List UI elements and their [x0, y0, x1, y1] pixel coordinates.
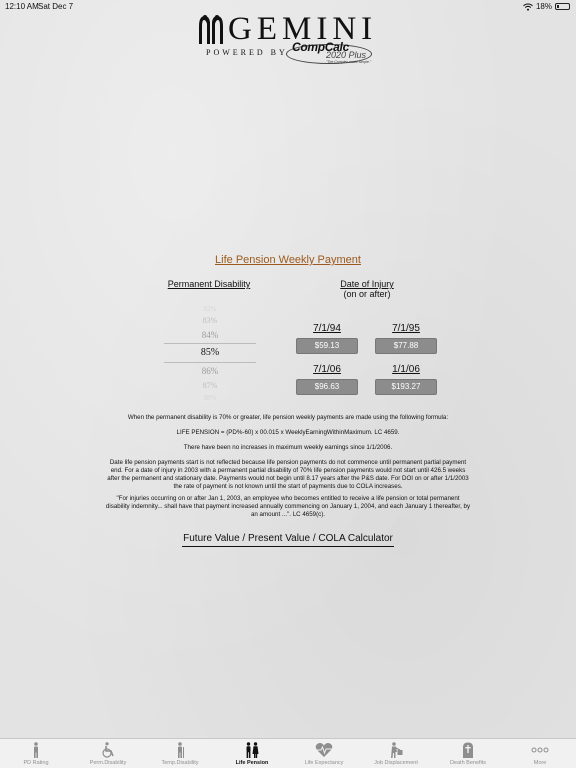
battery-icon	[555, 3, 570, 10]
pd-column-title: Permanent Disability	[167, 279, 251, 289]
picker-item[interactable]: 87%	[164, 381, 256, 390]
tab-job-displacement[interactable]: Job Displacement	[360, 739, 432, 768]
picker-item[interactable]: 86%	[164, 366, 256, 376]
worker-icon	[391, 742, 403, 758]
compcalc-logo: CompCalc 2020 Plus "The Complex made sim…	[286, 40, 372, 68]
rate-date-4: 1/1/06	[392, 364, 420, 375]
status-right: 18%	[523, 2, 570, 11]
gemini-logo: GEMINI POWERED BY CompCalc 2020 Plus "Th…	[196, 11, 386, 68]
picker-selection-line-top	[164, 343, 256, 344]
rate-date-1: 7/1/94	[313, 323, 341, 334]
tab-label: Death Benefits	[449, 760, 487, 766]
gemini-twins-logo-icon	[199, 15, 223, 44]
compcalc-version: 2020 Plus	[326, 50, 367, 60]
rate-amount-button-1[interactable]: $59.13	[296, 338, 358, 354]
tab-temp-disability[interactable]: Temp.Disability	[144, 739, 216, 768]
tab-label: Perm.Disability	[89, 760, 127, 766]
picker-item[interactable]: 83%	[164, 316, 256, 325]
info-paragraph-formula-intro: When the permanent disability is 70% or …	[127, 414, 449, 421]
rate-amount-button-2[interactable]: $77.88	[375, 338, 437, 354]
status-time: 12:10 AM	[5, 2, 39, 11]
info-paragraph-cola-quote: "For injuries occurring on or after Jan …	[105, 495, 471, 518]
picker-item[interactable]: 84%	[164, 330, 256, 340]
more-dots-icon	[531, 747, 549, 753]
info-paragraph-start-date: Date life pension payments start is not …	[107, 459, 469, 490]
info-paragraph-formula: LIFE PENSION = (PD%-60) x 00.015 x Weekl…	[176, 429, 400, 436]
page-title-link[interactable]: Life Pension Weekly Payment	[0, 254, 576, 266]
tab-more[interactable]: More	[504, 739, 576, 768]
rate-date-2: 7/1/95	[392, 323, 420, 334]
picker-item-selected[interactable]: 85%	[164, 347, 256, 358]
tab-label: Temp.Disability	[161, 760, 199, 766]
elderly-couple-icon	[246, 742, 259, 758]
info-paragraph-no-increase: There have been no increases in maximum …	[183, 444, 393, 451]
cola-calculator-link[interactable]: Future Value / Present Value / COLA Calc…	[0, 533, 576, 547]
picker-item[interactable]: 82%	[164, 305, 256, 313]
wifi-icon	[523, 3, 533, 11]
doi-column-subtitle: (on or after)	[343, 289, 391, 299]
doi-column-header: Date of Injury (on or after)	[322, 279, 412, 299]
rate-amount-button-3[interactable]: $96.63	[296, 379, 358, 395]
rate-date-3: 7/1/06	[313, 364, 341, 375]
tab-pd-rating[interactable]: PD Rating	[0, 739, 72, 768]
heartbeat-icon	[315, 743, 333, 757]
tombstone-icon	[463, 742, 473, 758]
tab-death-benefits[interactable]: Death Benefits	[432, 739, 504, 768]
tab-label: More	[533, 760, 547, 766]
picker-selection-line-bottom	[164, 362, 256, 363]
cola-calculator-link-label[interactable]: Future Value / Present Value / COLA Calc…	[182, 533, 394, 547]
battery-fill	[557, 5, 559, 8]
tab-life-pension[interactable]: Life Pension	[216, 739, 288, 768]
standing-person-icon	[34, 742, 38, 758]
tab-bar: PD Rating Perm.Disability Temp.Disabilit…	[0, 738, 576, 768]
injured-person-icon	[178, 742, 184, 758]
tab-label: Job Displacement	[374, 760, 418, 766]
picker-item[interactable]: 88%	[164, 394, 256, 402]
tab-label: Life Pension	[235, 760, 269, 766]
doi-column-title: Date of Injury	[340, 279, 394, 289]
tab-life-expectancy[interactable]: Life Expectancy	[288, 739, 360, 768]
compcalc-tagline: "The Complex made simple."	[326, 60, 372, 64]
status-date: Sat Dec 7	[38, 2, 74, 11]
pd-percent-picker[interactable]: 82% 83% 84% 85% 86% 87% 88%	[164, 300, 256, 404]
tab-perm-disability[interactable]: Perm.Disability	[72, 739, 144, 768]
wheelchair-icon	[102, 742, 114, 758]
powered-by-label: POWERED BY	[206, 48, 288, 57]
rate-amount-button-4[interactable]: $193.27	[375, 379, 437, 395]
battery-percent: 18%	[535, 2, 552, 11]
tab-label: PD Rating	[23, 760, 49, 766]
tab-label: Life Expectancy	[304, 760, 344, 766]
